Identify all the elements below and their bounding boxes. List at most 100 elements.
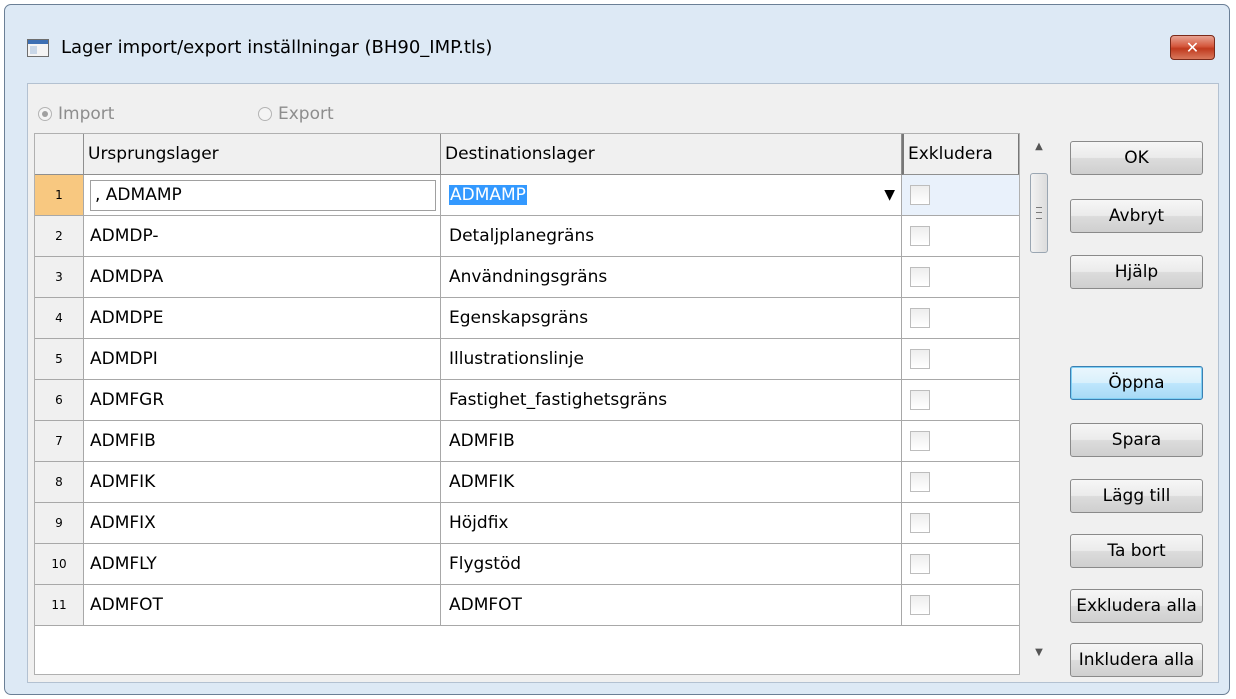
- table-row[interactable]: 10 ADMFLY Flygstöd: [35, 544, 1019, 585]
- close-button[interactable]: ✕: [1170, 35, 1215, 60]
- exclude-cell: [902, 544, 1019, 585]
- exclude-cell: [902, 339, 1019, 380]
- cancel-button[interactable]: Avbryt: [1070, 199, 1203, 233]
- exclude-checkbox[interactable]: [910, 349, 930, 369]
- import-label: Import: [58, 104, 115, 124]
- destination-cell[interactable]: ADMFOT: [441, 585, 902, 626]
- source-cell[interactable]: ADMDPI: [84, 339, 441, 380]
- row-number[interactable]: 11: [35, 585, 84, 626]
- table-row[interactable]: 6 ADMFGR Fastighet_fastighetsgräns: [35, 380, 1019, 421]
- destination-cell[interactable]: ADMFIK: [441, 462, 902, 503]
- grid-vertical-scrollbar[interactable]: ▲ ▼: [1028, 133, 1050, 675]
- scroll-down-arrow-icon[interactable]: ▼: [1028, 643, 1050, 663]
- scroll-thumb[interactable]: [1030, 173, 1048, 253]
- source-cell[interactable]: , ADMAMP: [84, 175, 441, 216]
- exclude-cell: [902, 298, 1019, 339]
- remove-button[interactable]: Ta bort: [1070, 534, 1203, 568]
- row-number[interactable]: 7: [35, 421, 84, 462]
- destination-cell[interactable]: Egenskapsgräns: [441, 298, 902, 339]
- exclude-cell: [902, 257, 1019, 298]
- exclude-cell: [902, 380, 1019, 421]
- import-radio[interactable]: Import: [38, 104, 114, 124]
- source-cell[interactable]: ADMFIB: [84, 421, 441, 462]
- exclude-checkbox[interactable]: [910, 226, 930, 246]
- row-number[interactable]: 4: [35, 298, 84, 339]
- exclude-all-button[interactable]: Exkludera alla: [1070, 589, 1203, 623]
- add-button[interactable]: Lägg till: [1070, 479, 1203, 513]
- open-button[interactable]: Öppna: [1070, 366, 1203, 400]
- destination-cell[interactable]: Användningsgräns: [441, 257, 902, 298]
- dialog-body: Import Export Ursprungslager Destination…: [27, 83, 1219, 683]
- row-number[interactable]: 10: [35, 544, 84, 585]
- radio-unselected-icon: [258, 107, 272, 121]
- exclude-checkbox[interactable]: [910, 554, 930, 574]
- save-button[interactable]: Spara: [1070, 423, 1203, 457]
- source-cell[interactable]: ADMFIX: [84, 503, 441, 544]
- column-header-destination[interactable]: Destinationslager: [441, 134, 902, 175]
- source-cell[interactable]: ADMDPE: [84, 298, 441, 339]
- source-cell[interactable]: ADMFOT: [84, 585, 441, 626]
- exclude-cell: [902, 585, 1019, 626]
- table-row[interactable]: 5 ADMDPI Illustrationslinje: [35, 339, 1019, 380]
- table-row[interactable]: 3 ADMDPA Användningsgräns: [35, 257, 1019, 298]
- source-edit-field[interactable]: , ADMAMP: [90, 179, 436, 211]
- close-icon: ✕: [1185, 38, 1200, 57]
- help-button[interactable]: Hjälp: [1070, 255, 1203, 289]
- table-row[interactable]: 8 ADMFIK ADMFIK: [35, 462, 1019, 503]
- exclude-cell: [902, 421, 1019, 462]
- include-all-button[interactable]: Inkludera alla: [1070, 643, 1203, 677]
- destination-cell[interactable]: Detaljplanegräns: [441, 216, 902, 257]
- row-number[interactable]: 5: [35, 339, 84, 380]
- row-number[interactable]: 2: [35, 216, 84, 257]
- exclude-checkbox[interactable]: [910, 185, 930, 205]
- exclude-checkbox[interactable]: [910, 595, 930, 615]
- exclude-checkbox[interactable]: [910, 513, 930, 533]
- export-radio[interactable]: Export: [258, 104, 334, 124]
- source-cell[interactable]: ADMFIK: [84, 462, 441, 503]
- column-header-source[interactable]: Ursprungslager: [84, 134, 441, 175]
- source-cell[interactable]: ADMFLY: [84, 544, 441, 585]
- exclude-checkbox[interactable]: [910, 431, 930, 451]
- destination-cell[interactable]: Illustrationslinje: [441, 339, 902, 380]
- source-cell[interactable]: ADMFGR: [84, 380, 441, 421]
- dialog-window: Lager import/export inställningar (BH90_…: [4, 4, 1230, 695]
- source-edit-value: , ADMAMP: [95, 185, 182, 205]
- table-row[interactable]: 9 ADMFIX Höjdfix: [35, 503, 1019, 544]
- layer-mapping-grid: Ursprungslager Destinationslager Exklude…: [34, 133, 1020, 675]
- ok-button[interactable]: OK: [1070, 141, 1203, 175]
- destination-dropdown[interactable]: ADMAMP ▼: [441, 175, 902, 216]
- table-row[interactable]: 11 ADMFOT ADMFOT: [35, 585, 1019, 626]
- row-number[interactable]: 3: [35, 257, 84, 298]
- destination-cell[interactable]: Fastighet_fastighetsgräns: [441, 380, 902, 421]
- exclude-checkbox[interactable]: [910, 390, 930, 410]
- dropdown-arrow-icon[interactable]: ▼: [884, 187, 895, 203]
- grip-icon: [1036, 207, 1042, 219]
- corner-header: [35, 134, 84, 175]
- row-number[interactable]: 9: [35, 503, 84, 544]
- table-row[interactable]: 7 ADMFIB ADMFIB: [35, 421, 1019, 462]
- exclude-cell: [902, 462, 1019, 503]
- exclude-checkbox[interactable]: [910, 472, 930, 492]
- exclude-cell: [902, 216, 1019, 257]
- destination-cell[interactable]: Höjdfix: [441, 503, 902, 544]
- row-number[interactable]: 1: [35, 175, 84, 216]
- scroll-up-arrow-icon[interactable]: ▲: [1028, 137, 1050, 157]
- table-row[interactable]: 4 ADMDPE Egenskapsgräns: [35, 298, 1019, 339]
- row-number[interactable]: 6: [35, 380, 84, 421]
- row-number[interactable]: 8: [35, 462, 84, 503]
- app-window-icon: [27, 39, 49, 57]
- exclude-cell: [902, 503, 1019, 544]
- exclude-cell: [902, 175, 1019, 216]
- source-cell[interactable]: ADMDP-: [84, 216, 441, 257]
- destination-selected-value: ADMAMP: [449, 185, 527, 205]
- exclude-checkbox[interactable]: [910, 267, 930, 287]
- title-bar[interactable]: Lager import/export inställningar (BH90_…: [5, 5, 1229, 83]
- exclude-checkbox[interactable]: [910, 308, 930, 328]
- column-header-exclude[interactable]: Exkludera: [902, 134, 1019, 175]
- destination-cell[interactable]: Flygstöd: [441, 544, 902, 585]
- source-cell[interactable]: ADMDPA: [84, 257, 441, 298]
- destination-cell[interactable]: ADMFIB: [441, 421, 902, 462]
- table-row[interactable]: 1 , ADMAMP ADMAMP ▼: [35, 175, 1019, 216]
- grid-header-row: Ursprungslager Destinationslager Exklude…: [35, 134, 1019, 175]
- table-row[interactable]: 2 ADMDP- Detaljplanegräns: [35, 216, 1019, 257]
